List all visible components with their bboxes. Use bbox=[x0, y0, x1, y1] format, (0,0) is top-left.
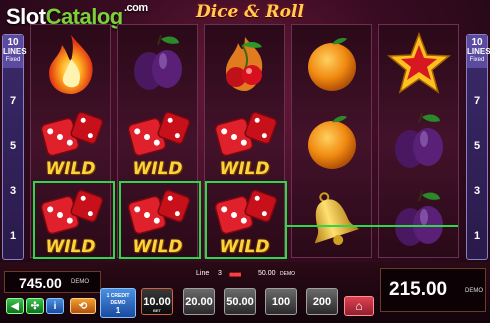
bet-button[interactable]: 100 bbox=[265, 288, 297, 315]
reel-5 bbox=[378, 24, 459, 258]
bet-button[interactable]: 200 bbox=[306, 288, 338, 315]
credit-value: 1 bbox=[115, 305, 121, 315]
wild-label: WILD bbox=[45, 159, 96, 179]
line-number[interactable]: 3 bbox=[3, 185, 23, 197]
line-number[interactable]: 5 bbox=[467, 140, 487, 152]
bell-icon bbox=[292, 181, 371, 259]
lines-mode: Fixed bbox=[5, 57, 21, 63]
credit-denomination-button[interactable]: 1 CREDIT DEMO 1 bbox=[100, 288, 136, 318]
lines-panel-right: 10 LINES Fixed 7 5 3 1 bbox=[466, 34, 490, 260]
bet-button[interactable]: 50.00 bbox=[224, 288, 256, 315]
win-highlight bbox=[205, 181, 287, 259]
fullscreen-button[interactable]: ✣ bbox=[26, 298, 44, 314]
credit-line1: 1 CREDIT bbox=[106, 292, 130, 299]
plum-icon bbox=[379, 103, 458, 181]
line-win-info: Line 3 ■■■ 50.00 DEMO bbox=[104, 268, 374, 280]
orange-icon bbox=[292, 103, 371, 181]
lines-mode: Fixed bbox=[469, 57, 485, 63]
line-number[interactable]: 7 bbox=[3, 95, 23, 107]
line-label: Line bbox=[196, 270, 210, 277]
speaker-icon: ◀ bbox=[11, 300, 19, 312]
lines-label: LINES bbox=[467, 47, 490, 56]
balance-currency: DEMO bbox=[71, 279, 89, 285]
payline bbox=[286, 225, 458, 227]
win-highlight bbox=[33, 181, 115, 259]
wild-label: WILD bbox=[132, 159, 183, 179]
game-screen: SlotCatalog .com Dice & Roll 10 LINES Fix… bbox=[0, 0, 490, 323]
info-icon: i bbox=[53, 300, 57, 312]
line-win-currency: DEMO bbox=[280, 271, 295, 277]
line-number[interactable]: 1 bbox=[467, 230, 487, 242]
reel-4 bbox=[291, 24, 372, 258]
balance-display: 745.00 DEMO bbox=[4, 271, 101, 293]
line-win-value: 50.00 bbox=[258, 270, 276, 277]
fire-icon bbox=[31, 25, 110, 103]
autoplay-icon: ⟲ bbox=[78, 300, 88, 312]
star-icon bbox=[379, 25, 458, 103]
lines-panel-left: 10 LINES Fixed 7 5 3 1 bbox=[2, 34, 27, 260]
lines-label: LINES bbox=[3, 47, 27, 56]
lines-count: 10 bbox=[471, 37, 483, 48]
line-number[interactable]: 1 bbox=[3, 230, 23, 242]
home-icon: ⌂ bbox=[355, 299, 363, 313]
wild-dice-icon: WILD bbox=[205, 103, 284, 181]
bet-label: 20.00 bbox=[185, 295, 213, 308]
wild-dice-icon: WILD bbox=[118, 103, 197, 181]
home-button[interactable]: ⌂ bbox=[344, 296, 374, 316]
balance-value: 745.00 bbox=[19, 275, 62, 291]
lines-count: 10 bbox=[7, 37, 19, 48]
wild-label: WILD bbox=[219, 159, 270, 179]
game-logo: Dice & Roll bbox=[196, 2, 304, 22]
line-number[interactable]: 5 bbox=[3, 140, 23, 152]
bet-button-selected[interactable]: 10.00 BET bbox=[141, 288, 173, 315]
cherry-fire-icon bbox=[205, 25, 284, 103]
expand-icon: ✣ bbox=[30, 300, 40, 312]
info-button[interactable]: i bbox=[46, 298, 64, 314]
bet-label: 50.00 bbox=[226, 295, 254, 308]
watermark-part3: .com bbox=[124, 2, 148, 14]
bet-label: 10.00 bbox=[143, 295, 171, 308]
plum-icon bbox=[118, 25, 197, 103]
bet-label: 200 bbox=[312, 295, 332, 308]
bet-label: 100 bbox=[271, 295, 291, 308]
win-display: 215.00 DEMO bbox=[380, 268, 486, 312]
win-currency: DEMO bbox=[465, 288, 483, 294]
plum-icon bbox=[379, 181, 458, 259]
sound-button[interactable]: ◀ bbox=[6, 298, 24, 314]
wild-dice-icon: WILD bbox=[31, 103, 110, 181]
dice-symbols-icon: ■■■ bbox=[229, 270, 241, 279]
line-number[interactable]: 3 bbox=[467, 185, 487, 197]
bet-button[interactable]: 20.00 bbox=[183, 288, 215, 315]
line-number-value: 3 bbox=[218, 270, 222, 277]
bet-caption: BET bbox=[153, 308, 161, 313]
win-value: 215.00 bbox=[389, 279, 448, 300]
lines-caption: 10 LINES Fixed bbox=[467, 35, 490, 68]
line-number[interactable]: 7 bbox=[467, 95, 487, 107]
orange-icon bbox=[292, 25, 371, 103]
autoplay-button[interactable]: ⟲ bbox=[70, 298, 96, 314]
win-highlight bbox=[119, 181, 201, 259]
lines-caption: 10 LINES Fixed bbox=[3, 35, 27, 68]
